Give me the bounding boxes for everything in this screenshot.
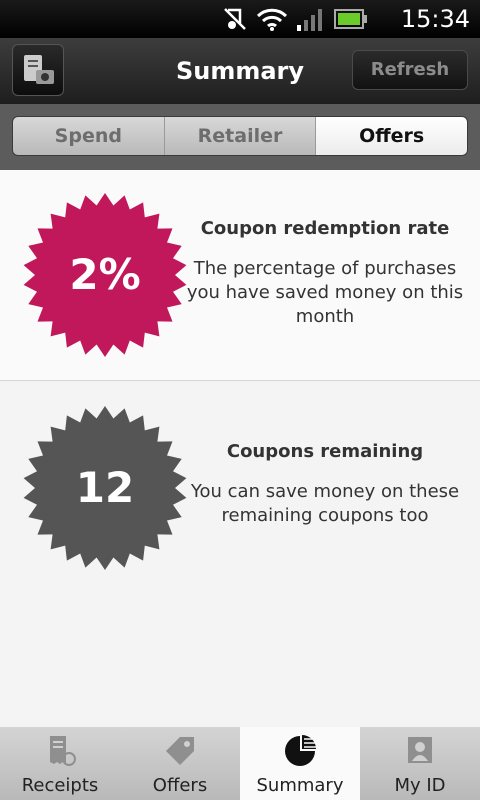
wifi-icon (256, 8, 288, 31)
receipt-icon (50, 736, 76, 766)
nav-receipts-label: Receipts (21, 775, 99, 796)
status-bar: 15:34 (0, 0, 480, 38)
redemption-rate-card: 2% Coupon redemption rate The percentage… (0, 170, 480, 381)
coupons-remaining-value: 12 (75, 463, 135, 512)
clock: 15:34 (400, 5, 470, 33)
battery-icon (334, 9, 367, 29)
header-bar: Summary Refresh (0, 38, 480, 104)
nav-summary[interactable]: Summary (240, 727, 360, 800)
coupons-remaining-card: 12 Coupons remaining You can save money … (0, 381, 480, 727)
segment-bar: Spend Retailer Offers (0, 104, 480, 170)
nav-my-id-label: My ID (394, 775, 446, 796)
receipt-camera-icon (24, 55, 54, 84)
id-card-icon (408, 737, 432, 763)
redemption-rate-value: 2% (69, 250, 141, 299)
signal-icon (297, 9, 322, 31)
scan-receipt-button[interactable] (12, 44, 64, 96)
bottom-nav: Receipts Offers Summary My ID (0, 727, 480, 800)
nav-offers-label: Offers (152, 775, 208, 796)
coupons-remaining-description: You can save money on these remaining co… (190, 481, 460, 526)
redemption-rate-heading: Coupon redemption rate (200, 218, 450, 239)
nav-my-id[interactable]: My ID (360, 727, 480, 800)
redemption-rate-text: Coupon redemption rate The percentage of… (182, 218, 468, 329)
segmented-control: Spend Retailer Offers (12, 116, 468, 156)
tab-retailer[interactable]: Retailer (164, 117, 317, 155)
coupon-icon (166, 737, 194, 765)
redemption-rate-badge: 2% (22, 192, 188, 358)
no-sim-icon (224, 8, 246, 30)
nav-receipts[interactable]: Receipts (0, 727, 120, 800)
tab-spend[interactable]: Spend (13, 117, 165, 155)
coupons-remaining-heading: Coupons remaining (226, 441, 424, 462)
redemption-rate-description: The percentage of purchases you have sav… (186, 258, 464, 327)
pie-chart-icon (285, 735, 316, 766)
nav-offers[interactable]: Offers (120, 727, 240, 800)
nav-summary-label: Summary (256, 775, 344, 796)
tab-offers[interactable]: Offers (316, 117, 467, 155)
refresh-button[interactable]: Refresh (352, 50, 468, 90)
coupons-remaining-text: Coupons remaining You can save money on … (182, 441, 468, 528)
status-icons (222, 6, 368, 32)
coupons-remaining-badge: 12 (22, 405, 188, 571)
